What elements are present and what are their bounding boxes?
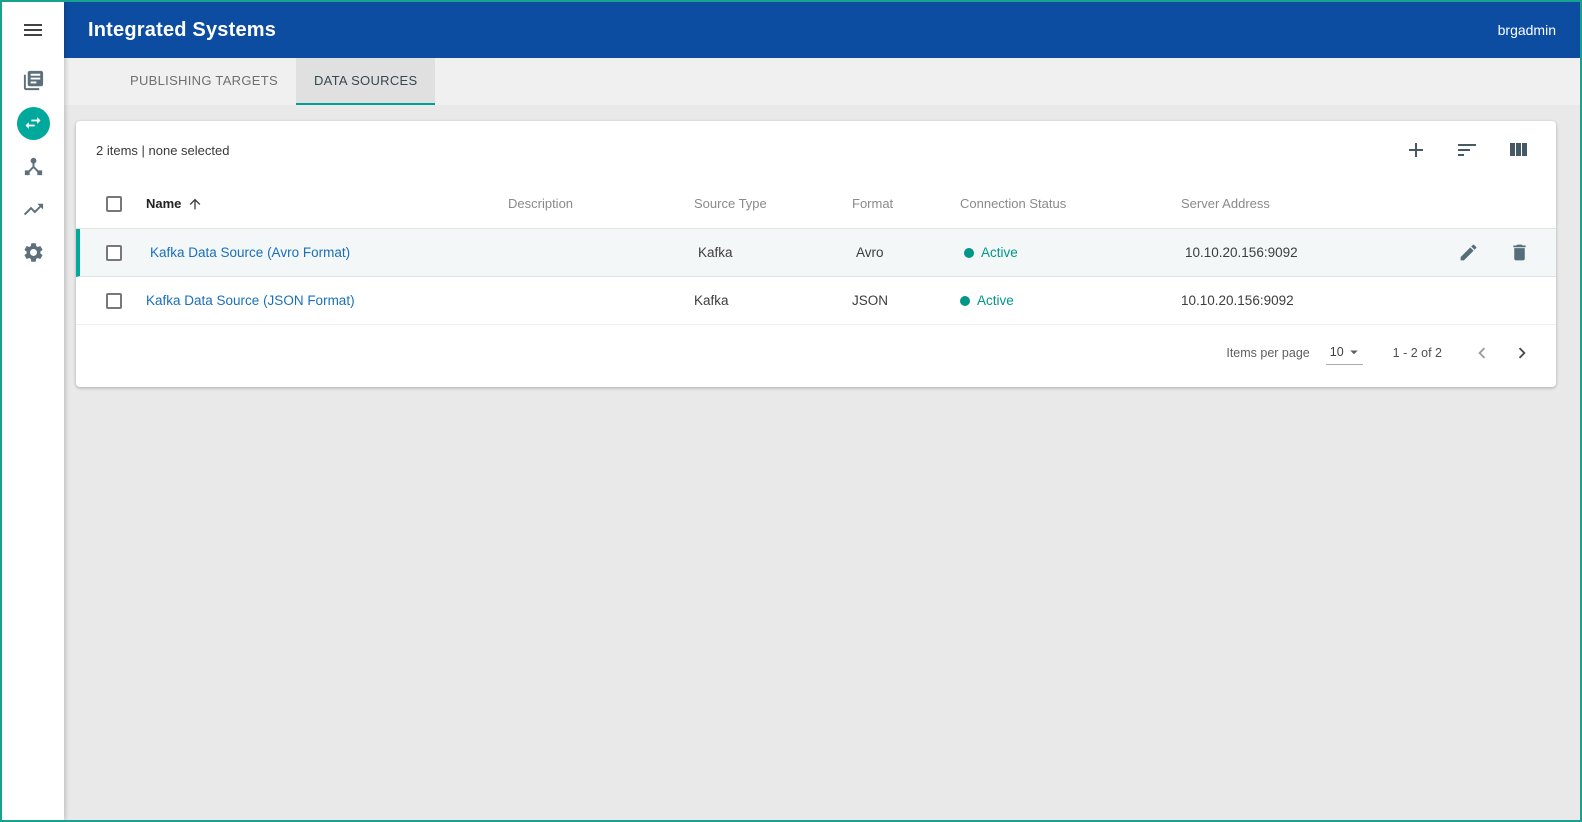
trash-icon [1509, 242, 1530, 263]
caret-down-icon [1345, 343, 1363, 361]
row-server-address: 10.10.20.156:9092 [1181, 293, 1438, 308]
next-page-button[interactable] [1502, 333, 1542, 373]
row-server-address: 10.10.20.156:9092 [1185, 245, 1438, 260]
select-all-checkbox[interactable] [106, 196, 122, 212]
sidebar-item-analytics[interactable] [13, 195, 53, 223]
app-window: Integrated Systems brgadmin PUBLISHING T… [0, 0, 1582, 822]
view-columns-icon [1506, 138, 1530, 162]
main-area: Integrated Systems brgadmin PUBLISHING T… [64, 2, 1580, 820]
selection-summary: 2 items | none selected [96, 143, 229, 158]
device-hub-icon [22, 155, 45, 178]
table-row[interactable]: Kafka Data Source (JSON Format) Kafka JS… [76, 277, 1556, 325]
sidebar [2, 2, 64, 820]
hamburger-icon [21, 18, 45, 42]
chevron-left-icon [1471, 342, 1493, 364]
column-header-description[interactable]: Description [508, 196, 694, 211]
app-header: Integrated Systems brgadmin [64, 2, 1580, 58]
connection-status: Active [964, 245, 1185, 260]
pencil-icon [1458, 242, 1479, 263]
row-actions [1438, 242, 1556, 263]
status-dot-icon [964, 248, 974, 258]
library-icon [22, 69, 45, 92]
sort-icon [1455, 138, 1479, 162]
column-header-server-address[interactable]: Server Address [1181, 196, 1438, 211]
items-per-page-value: 10 [1330, 345, 1344, 359]
row-format: JSON [852, 293, 960, 308]
menu-toggle-button[interactable] [2, 2, 64, 58]
tab-bar: PUBLISHING TARGETS DATA SOURCES [64, 58, 1580, 105]
sidebar-item-settings[interactable] [13, 238, 53, 266]
columns-button[interactable] [1506, 138, 1530, 162]
page-range-label: 1 - 2 of 2 [1393, 346, 1442, 360]
swap-horizontal-icon [17, 107, 50, 140]
items-per-page-select[interactable]: 10 [1326, 341, 1363, 365]
column-header-connection-status[interactable]: Connection Status [960, 196, 1181, 211]
table-row[interactable]: Kafka Data Source (Avro Format) Kafka Av… [76, 229, 1556, 277]
row-source-type: Kafka [698, 245, 856, 260]
sidebar-item-hierarchy[interactable] [13, 152, 53, 180]
row-format: Avro [856, 245, 964, 260]
status-label: Active [977, 293, 1014, 308]
table-header-row: Name Description Source Type Format Conn… [76, 179, 1556, 229]
status-label: Active [981, 245, 1018, 260]
content-area: 2 items | none selected [64, 105, 1580, 820]
column-header-name-label: Name [146, 196, 181, 211]
row-name-link[interactable]: Kafka Data Source (Avro Format) [150, 245, 350, 260]
gear-icon [22, 241, 45, 264]
column-header-source-type[interactable]: Source Type [694, 196, 852, 211]
data-sources-card: 2 items | none selected [76, 121, 1556, 387]
column-header-name[interactable]: Name [146, 196, 508, 212]
row-checkbox[interactable] [106, 245, 122, 261]
chevron-right-icon [1511, 342, 1533, 364]
row-name-link[interactable]: Kafka Data Source (JSON Format) [146, 293, 355, 308]
tab-publishing-targets[interactable]: PUBLISHING TARGETS [112, 58, 296, 105]
sort-ascending-icon [187, 196, 203, 212]
sidebar-item-integrated-systems[interactable] [13, 109, 53, 137]
column-header-format[interactable]: Format [852, 196, 960, 211]
tab-data-sources[interactable]: DATA SOURCES [296, 58, 436, 105]
previous-page-button[interactable] [1462, 333, 1502, 373]
card-toolbar: 2 items | none selected [76, 121, 1556, 179]
sidebar-item-publishing[interactable] [13, 66, 53, 94]
delete-button[interactable] [1509, 242, 1530, 263]
row-checkbox[interactable] [106, 293, 122, 309]
paginator: Items per page 10 1 - 2 of 2 [76, 325, 1556, 381]
status-dot-icon [960, 296, 970, 306]
connection-status: Active [960, 293, 1181, 308]
user-name[interactable]: brgadmin [1498, 22, 1556, 38]
row-source-type: Kafka [694, 293, 852, 308]
sort-button[interactable] [1455, 138, 1479, 162]
items-per-page-label: Items per page [1226, 346, 1309, 360]
plus-icon [1404, 138, 1428, 162]
toolbar-actions [1404, 138, 1530, 162]
trending-up-icon [22, 198, 45, 221]
add-button[interactable] [1404, 138, 1428, 162]
edit-button[interactable] [1458, 242, 1479, 263]
page-title: Integrated Systems [88, 19, 276, 42]
sidebar-nav [13, 58, 53, 266]
